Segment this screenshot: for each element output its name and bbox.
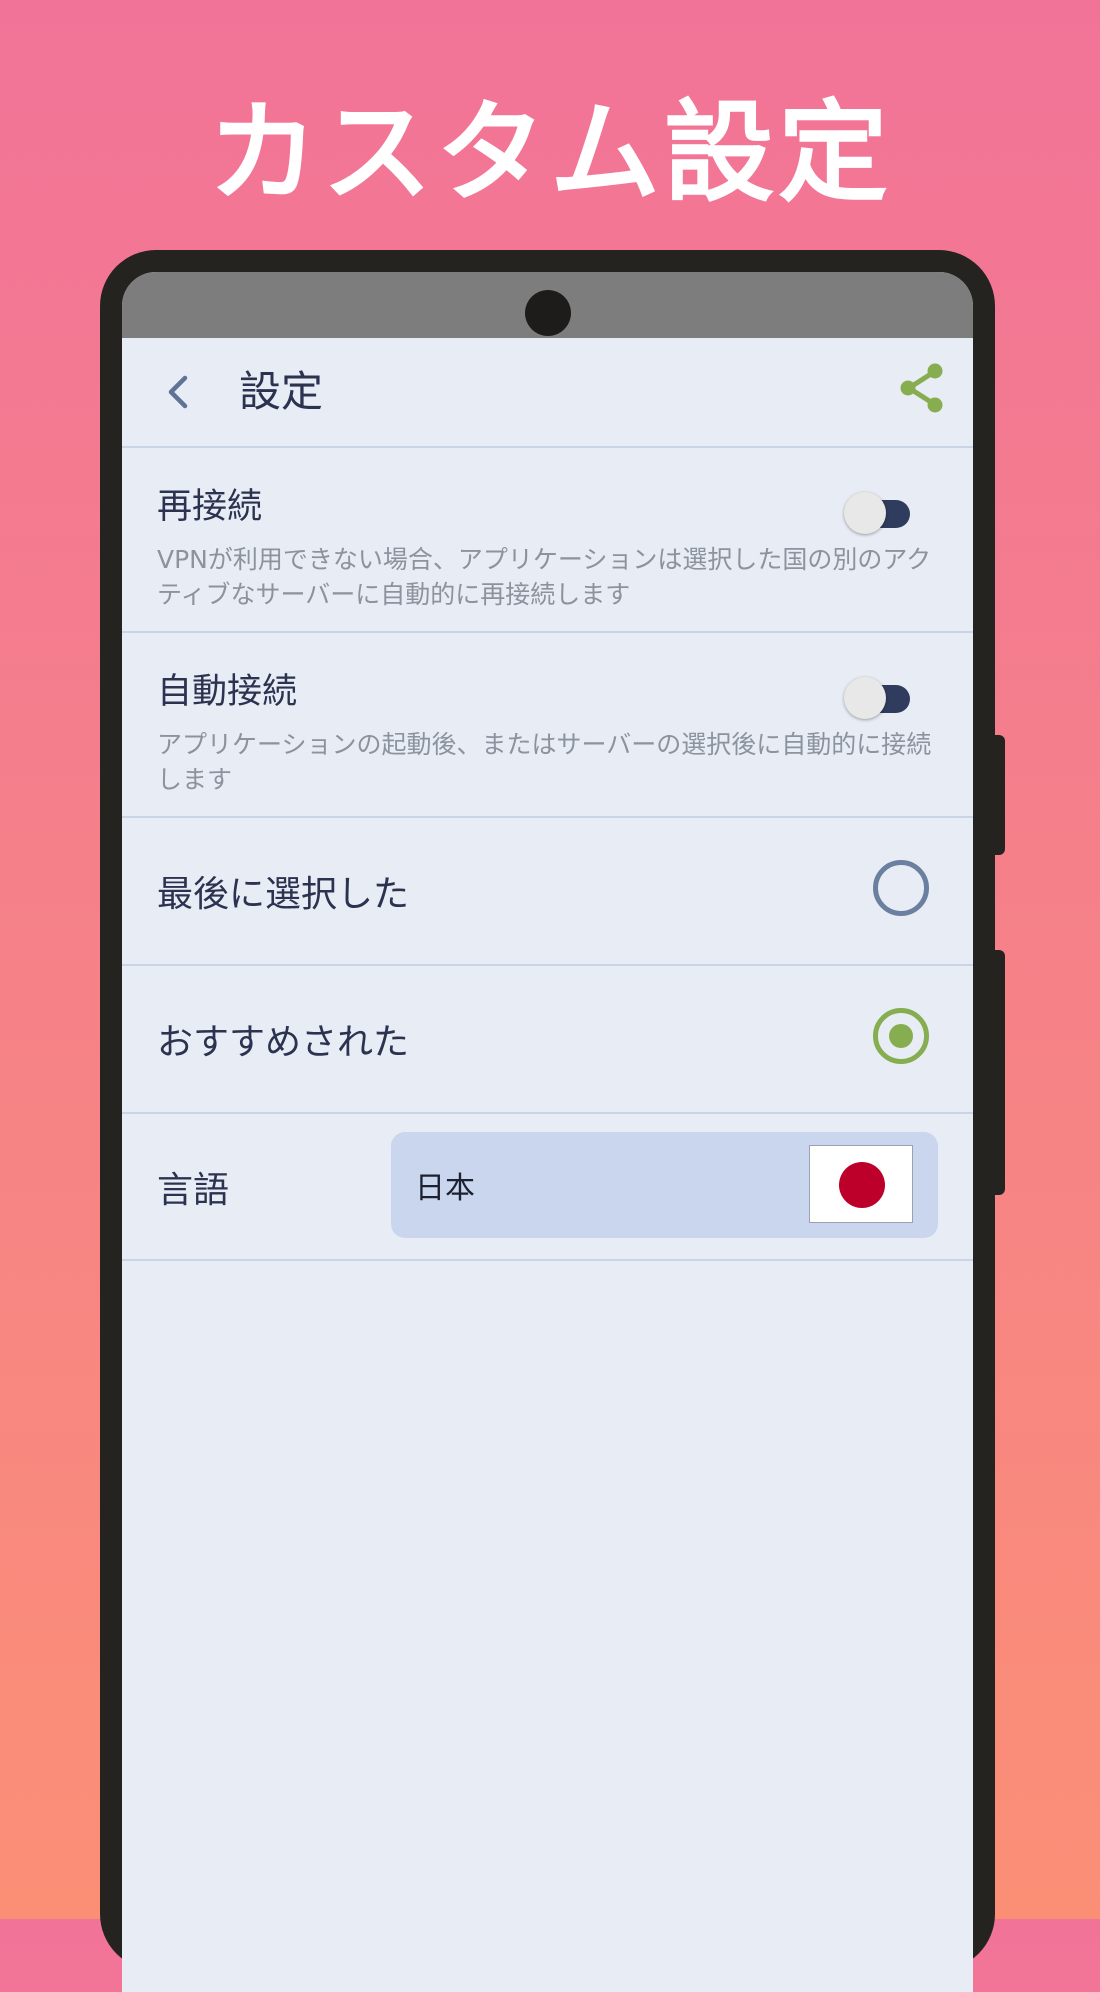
chevron-left-icon[interactable] (160, 372, 200, 412)
toggle-knob (844, 492, 886, 534)
promo-headline: カスタム設定 (208, 89, 892, 217)
option-last-selected[interactable]: 最後に選択した (122, 818, 973, 966)
recommended-radio[interactable] (873, 1008, 929, 1064)
auto-connect-toggle[interactable] (844, 673, 910, 719)
app-bar: 設定 (122, 338, 973, 448)
phone-screen: 設定 再接続 VPNが利用できない場合、アプリケーションは選択した国の別のアクテ… (122, 272, 973, 1992)
front-camera (525, 290, 571, 336)
setting-title: 再接続 (157, 487, 263, 527)
setting-reconnect: 再接続 VPNが利用できない場合、アプリケーションは選択した国の別のアクティブな… (122, 448, 973, 633)
phone-side-button (991, 735, 1005, 855)
setting-description: VPNが利用できない場合、アプリケーションは選択した国の別のアクティブなサーバー… (157, 545, 932, 609)
flag-red-disc (839, 1162, 885, 1208)
status-bar (122, 272, 973, 338)
option-label: 最後に選択した (157, 874, 410, 915)
page-title: 設定 (239, 367, 324, 416)
option-recommended[interactable]: おすすめされた (122, 966, 973, 1114)
option-label: おすすめされた (157, 1022, 410, 1063)
last-selected-radio[interactable] (873, 860, 929, 916)
japan-flag-icon (809, 1145, 913, 1223)
reconnect-toggle[interactable] (844, 488, 910, 534)
phone-frame: 設定 再接続 VPNが利用できない場合、アプリケーションは選択した国の別のアクテ… (100, 250, 1005, 1992)
phone-side-button (991, 950, 1005, 1195)
setting-title: 自動接続 (157, 672, 298, 712)
setting-description: アプリケーションの起動後、またはサーバーの選択後に自動的に接続します (157, 730, 932, 794)
setting-auto-connect: 自動接続 アプリケーションの起動後、またはサーバーの選択後に自動的に接続します (122, 633, 973, 818)
setting-language: 言語 日本 (122, 1114, 973, 1261)
language-select[interactable]: 日本 (391, 1132, 938, 1238)
language-value: 日本 (415, 1171, 475, 1206)
language-label: 言語 (157, 1169, 230, 1211)
share-icon[interactable] (898, 362, 946, 414)
toggle-knob (844, 677, 886, 719)
